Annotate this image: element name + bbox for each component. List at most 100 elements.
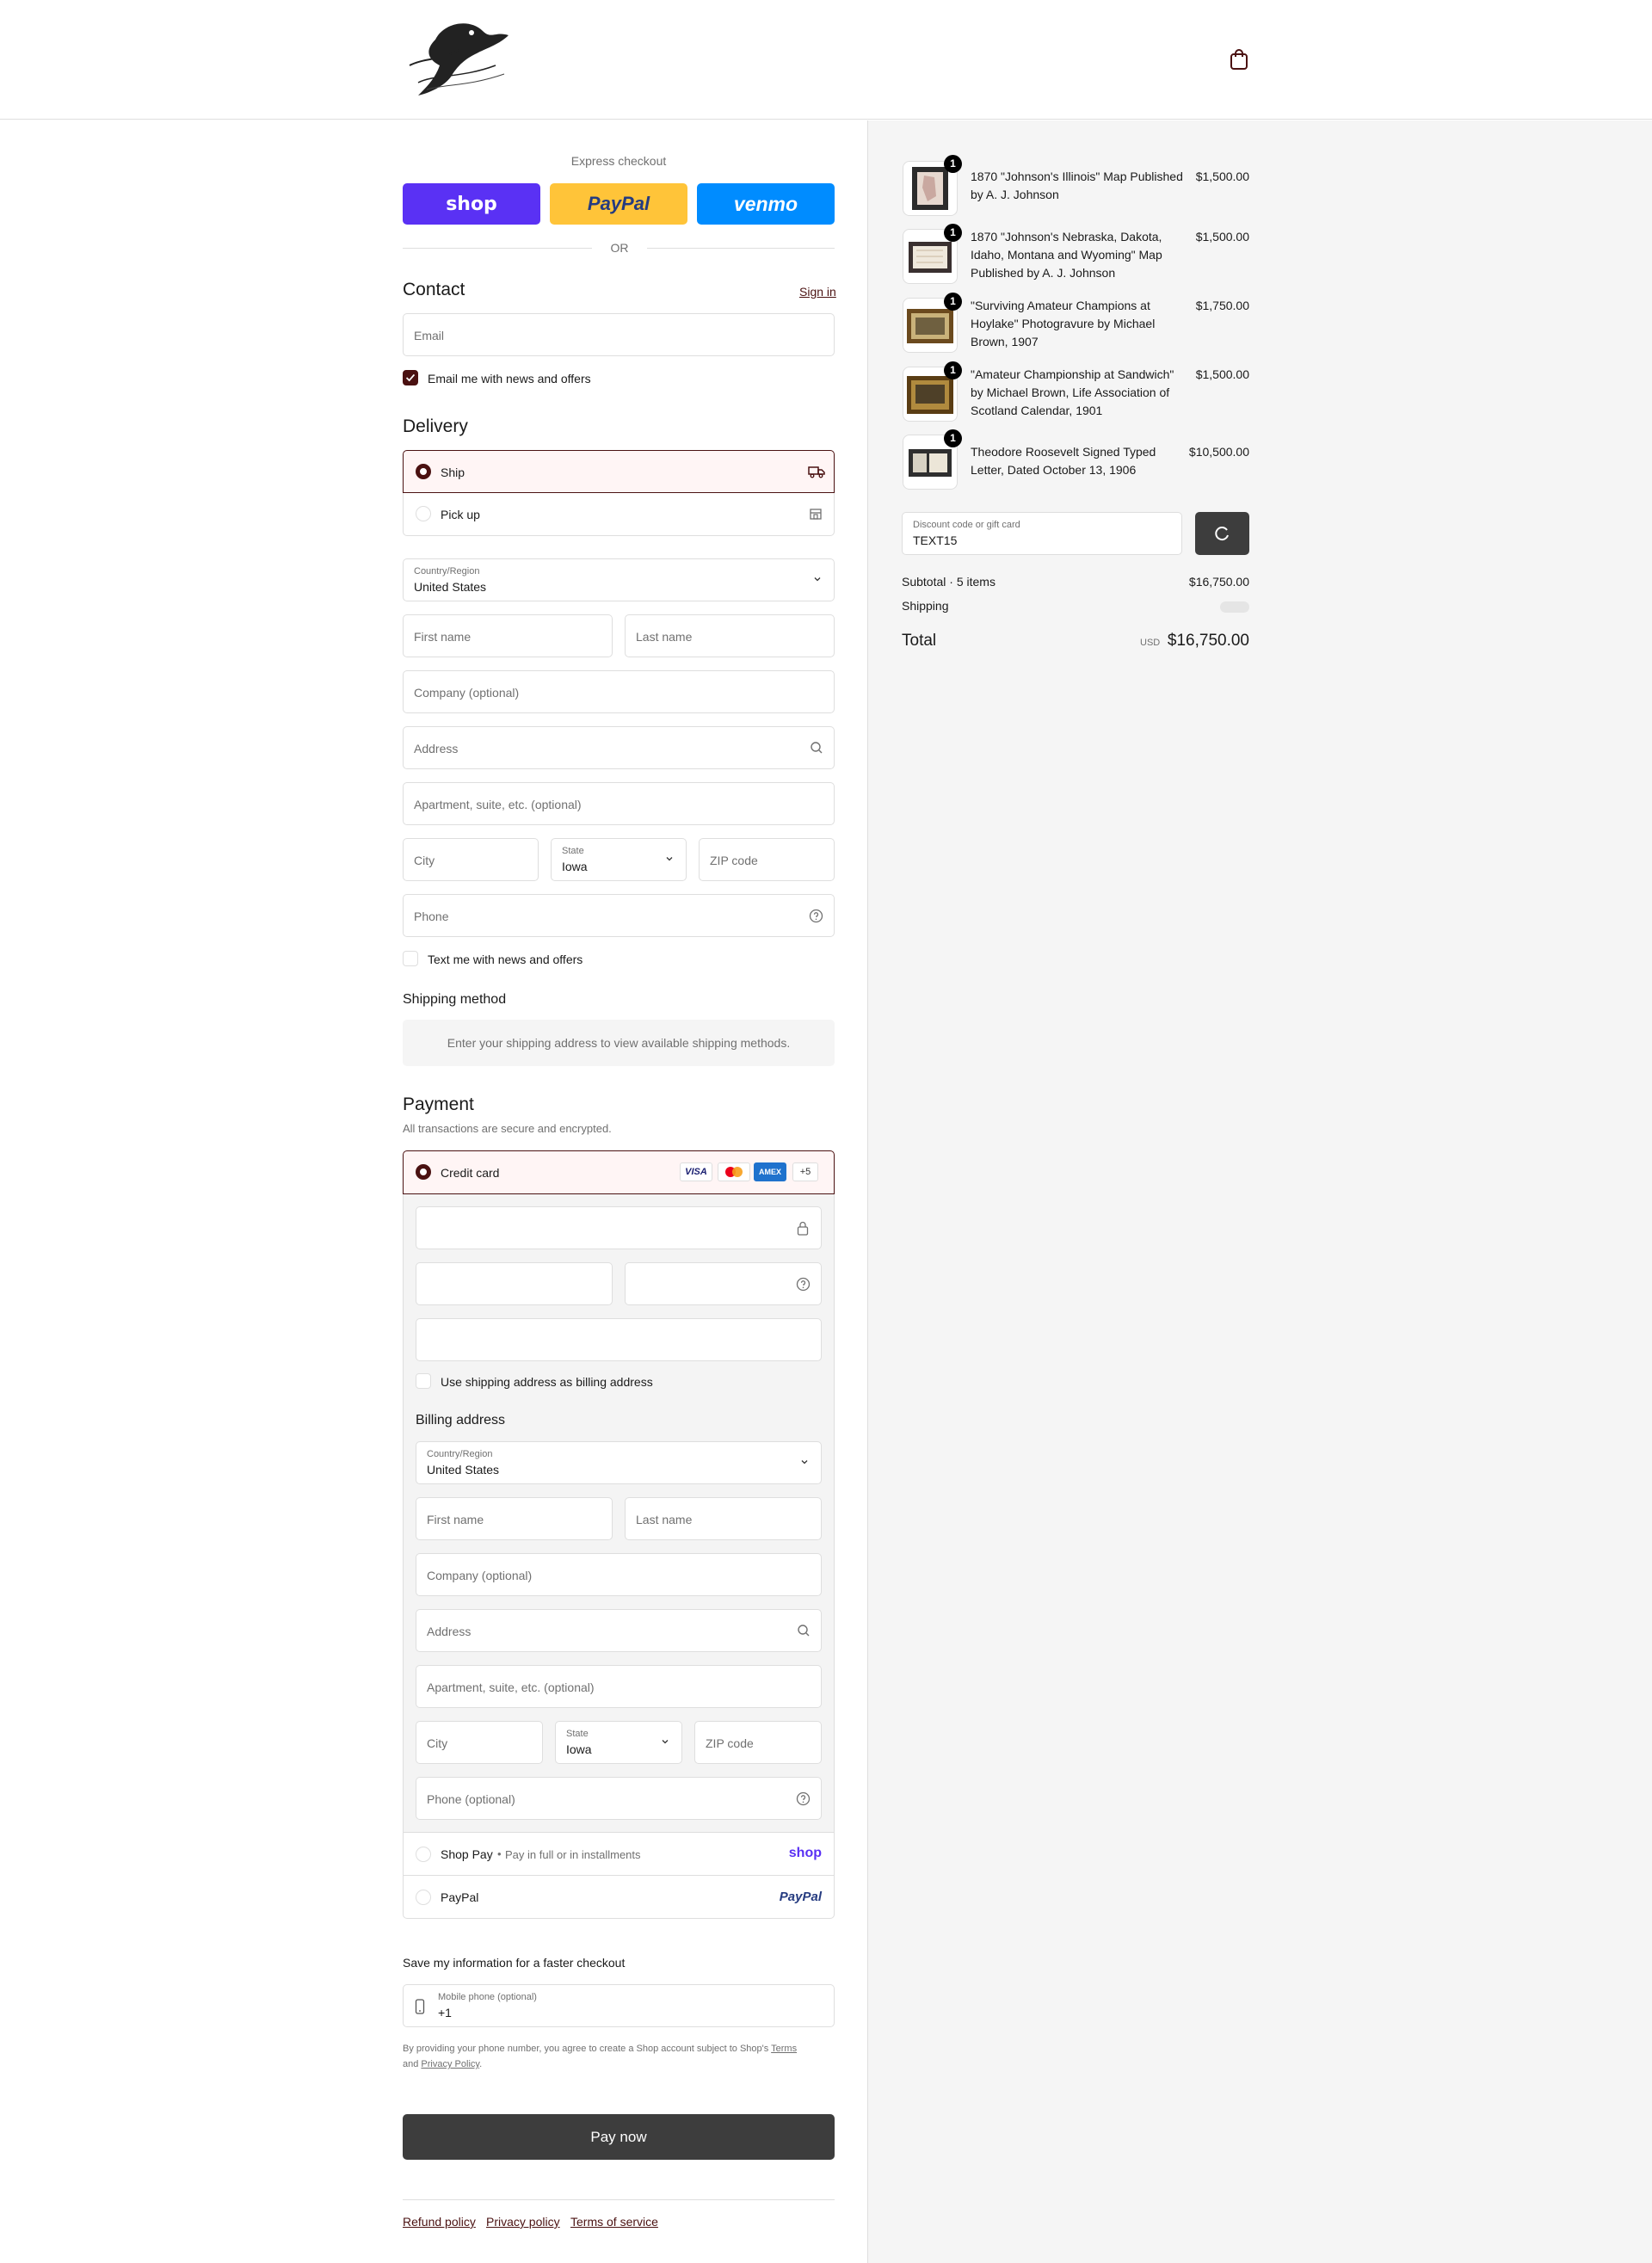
city-placeholder: City (414, 854, 435, 867)
state-value: Iowa (562, 860, 588, 873)
ship-radio[interactable] (416, 464, 431, 479)
terms-link[interactable]: Terms (771, 2044, 797, 2054)
currency-code: USD (1140, 638, 1161, 648)
chevron-down-icon (666, 857, 673, 861)
subtotal-value: $16,750.00 (1188, 575, 1249, 589)
billing-first-name-field[interactable]: First name (416, 1497, 613, 1540)
billing-country-label: Country/Region (427, 1449, 493, 1459)
quantity-badge: 1 (944, 224, 962, 242)
billing-state-label: State (566, 1729, 589, 1739)
shop-pay-express-button[interactable]: shop (403, 183, 540, 225)
use-shipping-checkbox[interactable] (416, 1373, 431, 1389)
last-name-field[interactable]: Last name (625, 614, 835, 657)
product-name: 1870 "Johnson's Illinois" Map Published … (971, 170, 1183, 201)
city-field[interactable]: City (403, 838, 539, 881)
email-field[interactable]: Email (403, 313, 835, 356)
billing-phone-placeholder: Phone (optional) (427, 1792, 515, 1806)
product-price: $1,500.00 (1195, 170, 1249, 183)
order-summary-panel (867, 120, 1652, 2263)
phone-placeholder: Phone (414, 910, 449, 923)
name-on-card-field[interactable] (416, 1318, 822, 1361)
legal-prefix: By providing your phone number, you agre… (403, 2044, 769, 2054)
terms-of-service-link[interactable]: Terms of service (570, 2215, 658, 2229)
mastercard-icon (718, 1162, 750, 1181)
pickup-option[interactable]: Pick up (403, 493, 835, 536)
billing-apartment-field[interactable]: Apartment, suite, etc. (optional) (416, 1665, 822, 1708)
ship-option[interactable]: Ship (403, 450, 835, 493)
paypal-express-button[interactable]: PayPal (550, 183, 687, 225)
credit-card-option[interactable]: Credit card VISA AMEX +5 (403, 1150, 835, 1194)
product-name: "Surviving Amateur Champions at Hoylake"… (971, 299, 1156, 348)
zip-field[interactable]: ZIP code (699, 838, 835, 881)
newsletter-label: Email me with news and offers (428, 372, 591, 385)
address-field[interactable]: Address (403, 726, 835, 769)
quantity-badge: 1 (944, 155, 962, 173)
shop-pay-radio[interactable] (416, 1847, 431, 1862)
newsletter-checkbox[interactable] (403, 370, 418, 385)
pickup-radio[interactable] (416, 506, 431, 521)
paypal-option[interactable]: PayPal PayPal (403, 1876, 835, 1919)
first-name-field[interactable]: First name (403, 614, 613, 657)
privacy-policy-footer-link[interactable]: Privacy policy (486, 2215, 560, 2229)
legal-and: and (403, 2059, 419, 2069)
billing-first-name-placeholder: First name (427, 1513, 484, 1526)
shop-pay-sublabel: Pay in full or in installments (505, 1848, 641, 1861)
subtotal-label: Subtotal · 5 items (902, 575, 996, 589)
country-label: Country/Region (414, 566, 480, 577)
chevron-down-icon (801, 1460, 808, 1464)
security-code-field[interactable] (625, 1262, 822, 1305)
mobile-phone-label: Mobile phone (optional) (438, 1992, 537, 2002)
billing-company-field[interactable]: Company (optional) (416, 1553, 822, 1596)
store-icon (810, 509, 822, 520)
billing-city-field[interactable]: City (416, 1721, 543, 1764)
billing-country-value: United States (427, 1463, 500, 1477)
paypal-logo: PayPal (779, 1890, 822, 1904)
help-circle-icon[interactable] (796, 1277, 811, 1292)
eagle-logo[interactable] (401, 14, 516, 103)
billing-last-name-field[interactable]: Last name (625, 1497, 822, 1540)
shop-pay-logo: shop (788, 1846, 822, 1860)
billing-address-field[interactable]: Address (416, 1609, 822, 1652)
shop-pay-option[interactable]: Shop Pay • Pay in full or in installment… (403, 1833, 835, 1876)
sms-checkbox[interactable] (403, 951, 418, 966)
country-select[interactable]: Country/Region United States (403, 558, 835, 601)
mobile-phone-field[interactable]: Mobile phone (optional) +1 (403, 1984, 835, 2027)
phone-field[interactable]: Phone (403, 894, 835, 937)
expiration-date-field[interactable] (416, 1262, 613, 1305)
or-divider-label: OR (610, 241, 629, 255)
privacy-policy-link[interactable]: Privacy Policy (421, 2059, 479, 2069)
discount-code-field[interactable]: Discount code or gift card TEXT15 (902, 512, 1182, 555)
venmo-express-button[interactable]: venmo (697, 183, 835, 225)
pay-now-button[interactable]: Pay now (403, 2114, 835, 2160)
quantity-badge: 1 (944, 429, 962, 447)
visa-icon: VISA (680, 1162, 712, 1181)
apply-discount-button[interactable] (1195, 512, 1249, 555)
loading-spinner-icon (1215, 527, 1229, 541)
header (0, 0, 1652, 120)
shipping-value-placeholder (1220, 601, 1249, 613)
shop-pay-label: Shop Pay (441, 1847, 493, 1861)
sign-in-link[interactable]: Sign in (799, 285, 836, 299)
billing-zip-field[interactable]: ZIP code (694, 1721, 822, 1764)
product-name: "Amateur Championship at Sandwich" by Mi… (971, 367, 1174, 417)
shopping-bag-icon[interactable] (1229, 48, 1249, 71)
paypal-radio[interactable] (416, 1890, 431, 1905)
card-number-field[interactable] (416, 1206, 822, 1249)
delivery-title: Delivery (403, 416, 468, 436)
search-icon (798, 1625, 810, 1637)
help-circle-icon[interactable] (809, 909, 823, 923)
help-circle-icon[interactable] (796, 1791, 811, 1806)
billing-country-select[interactable]: Country/Region United States (416, 1441, 822, 1484)
billing-state-select[interactable]: State Iowa (555, 1721, 682, 1764)
apartment-placeholder: Apartment, suite, etc. (optional) (414, 798, 582, 811)
apartment-field[interactable]: Apartment, suite, etc. (optional) (403, 782, 835, 825)
company-field[interactable]: Company (optional) (403, 670, 835, 713)
refund-policy-link[interactable]: Refund policy (403, 2215, 476, 2229)
billing-phone-field[interactable]: Phone (optional) (416, 1777, 822, 1820)
credit-card-radio[interactable] (416, 1164, 431, 1180)
chevron-down-icon (814, 577, 821, 582)
state-select[interactable]: State Iowa (551, 838, 687, 881)
billing-address-title: Billing address (416, 1413, 506, 1427)
billing-address-placeholder: Address (427, 1625, 472, 1638)
company-placeholder: Company (optional) (414, 686, 520, 700)
